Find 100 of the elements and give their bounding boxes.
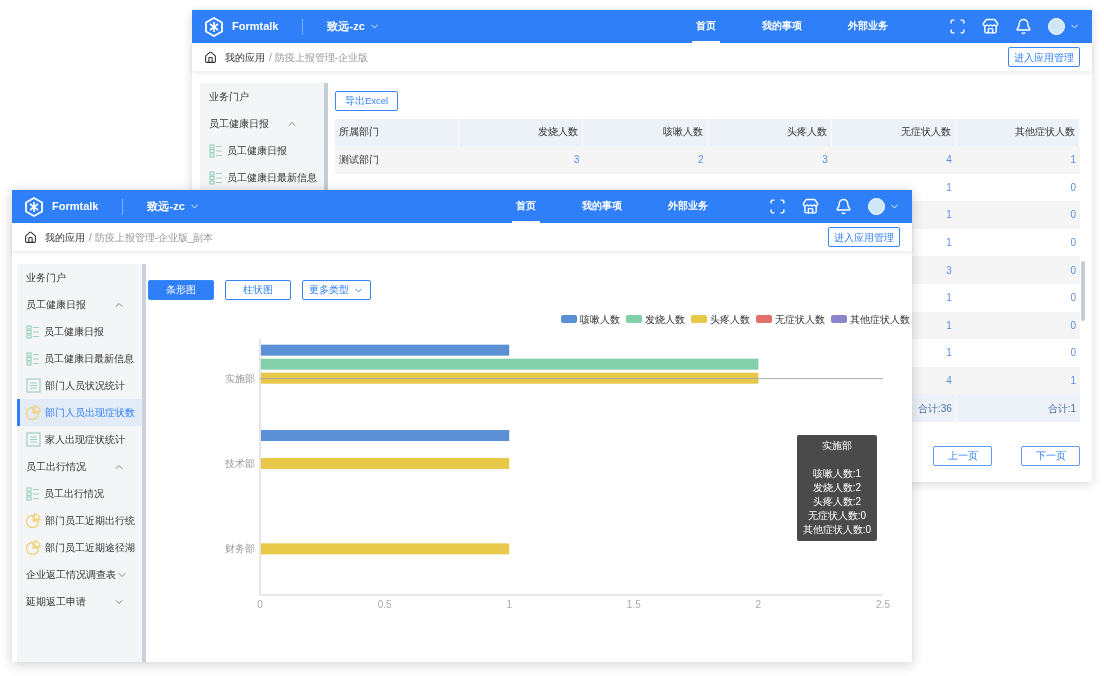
sidebar-item[interactable]: 员工出行情况 [17,480,142,507]
table-cell-text: 1 [946,318,952,333]
scan-icon[interactable] [769,198,786,215]
logo-icon [24,196,44,217]
table-cell-text: 3 [946,263,952,278]
table-cell-text: 0 [1070,208,1077,223]
table-cell-text: 测试部门 [339,153,379,168]
table-cell-text: 2 [697,153,704,168]
chart-type-dropdown[interactable]: 更多类型 [302,280,371,300]
sidebar-item[interactable]: 部门员工近期途径湖 [17,534,142,561]
sidebar-item[interactable]: 员工健康日报 [200,137,324,164]
table-cell-text: 0 [1070,346,1077,361]
bar[interactable] [261,344,510,356]
category-label: 实施部 [225,372,255,384]
table-cell-text: 4 [946,153,952,168]
bar[interactable] [261,372,759,384]
table-cell-text: 3 [822,153,828,168]
document-icon [26,378,41,393]
avatar-menu[interactable] [1048,18,1080,35]
table-cell-text: 1 [946,291,952,306]
table-cell-text: 0 [1070,180,1077,195]
table-cell-text: 0 [1070,236,1077,251]
breadcrumb-path: / 防疫上报管理-企业版 [269,50,368,65]
total-cell-text: 合计:1 [1047,401,1077,416]
sidebar-group[interactable]: 延期返工申请 [17,588,142,615]
manage-app-button[interactable]: 进入应用管理 [828,227,900,247]
tick-label: 2 [755,599,762,610]
legend-label[interactable]: 其他症状人数 [850,311,910,327]
scrollbar-thumb[interactable] [1081,261,1085,321]
list-icon [209,143,223,158]
tick-label: 0 [257,599,263,610]
legend-label[interactable]: 头疼人数 [710,311,750,327]
tooltip-line: 头疼人数:2 [812,495,862,509]
table-cell-text: 0 [1070,263,1077,278]
tick-label: 1.5 [626,599,641,610]
sidebar-item[interactable]: 业务门户 [17,264,142,291]
nav-tab[interactable]: 我的事项 [758,10,806,43]
category-label: 财务部 [225,543,255,555]
pie-chart-icon [26,513,41,528]
table-cell-text: 1 [946,180,952,195]
pagination-button[interactable]: 下一页 [1021,446,1080,467]
tick-label: 2.5 [876,599,890,610]
sidebar-item[interactable]: 业务门户 [200,83,324,110]
sidebar-group[interactable]: 企业返工情况调查表 [17,561,142,588]
sidebar-item[interactable]: 家人出现症状统计 [17,426,142,453]
tick-label: 1 [506,599,512,610]
table-cell-text: 4 [946,374,952,389]
manage-app-button[interactable]: 进入应用管理 [1008,47,1080,67]
tooltip-title: 实施部 [822,439,852,453]
logo-icon [204,16,224,37]
sidebar-item[interactable]: 员工健康日最新信息 [17,345,142,372]
table-cell-text: 1 [946,208,952,223]
chart-type-tab[interactable]: 柱状图 [225,280,291,300]
category-label: 技术部 [225,458,255,469]
table-cell-text: 0 [1070,318,1077,333]
legend-label[interactable]: 咳嗽人数 [580,311,620,327]
store-icon[interactable] [802,198,819,215]
notification-icon[interactable] [835,198,852,215]
list-icon [26,351,40,366]
pie-chart-icon [26,540,41,555]
breadcrumb-link[interactable]: 我的应用 [45,229,85,245]
list-icon [26,324,40,339]
home-icon[interactable] [204,50,217,64]
tooltip-line: 无症状人数:0 [807,509,867,523]
list-icon [26,486,40,501]
breadcrumb-path: / 防疫上报管理-企业版_副本 [89,230,214,245]
export-excel-button[interactable]: 导出Excel [335,91,399,111]
document-icon [26,432,41,447]
tooltip-line: 发烧人数:2 [812,481,862,495]
home-icon[interactable] [24,230,37,244]
scan-icon[interactable] [949,18,966,35]
chart-type-tab[interactable]: 条形图 [148,280,214,300]
table-cell-text: 1 [1070,374,1077,389]
table-cell-text: 1 [1070,153,1077,168]
sidebar-group[interactable]: 员工健康日报 [200,110,315,137]
store-icon[interactable] [982,18,999,35]
sidebar-item[interactable]: 员工健康日最新信息 [200,164,324,191]
sidebar-item[interactable]: 部门人员状况统计 [17,372,142,399]
sidebar-group[interactable]: 员工出行情况 [17,453,142,480]
sidebar-item[interactable]: 员工健康日报 [17,318,142,345]
table-cell-text: 0 [1070,291,1077,306]
table-cell-text: 1 [946,236,952,251]
nav-tab[interactable]: 外部业务 [844,10,892,43]
legend-label[interactable]: 无症状人数 [775,311,825,327]
sidebar-item[interactable]: 部门员工近期出行统 [17,507,142,534]
list-icon [209,170,223,185]
notification-icon[interactable] [1015,18,1032,35]
workspace-dropdown[interactable]: 致远-zc [327,18,380,35]
table-cell-text: 3 [573,153,580,168]
workspace-dropdown[interactable]: 致远-zc [147,198,200,215]
avatar-menu[interactable] [868,198,900,215]
pagination-button[interactable]: 上一页 [933,446,992,467]
pie-chart-icon [26,405,41,420]
legend-label[interactable]: 发烧人数 [645,311,685,327]
brand-name: Formtalk [232,19,279,35]
nav-tab[interactable]: 我的事项 [578,190,626,223]
breadcrumb-link[interactable]: 我的应用 [225,49,265,65]
sidebar-group[interactable]: 员工健康日报 [17,291,142,318]
tick-label: 0.5 [377,599,392,610]
nav-tab[interactable]: 外部业务 [664,190,712,223]
